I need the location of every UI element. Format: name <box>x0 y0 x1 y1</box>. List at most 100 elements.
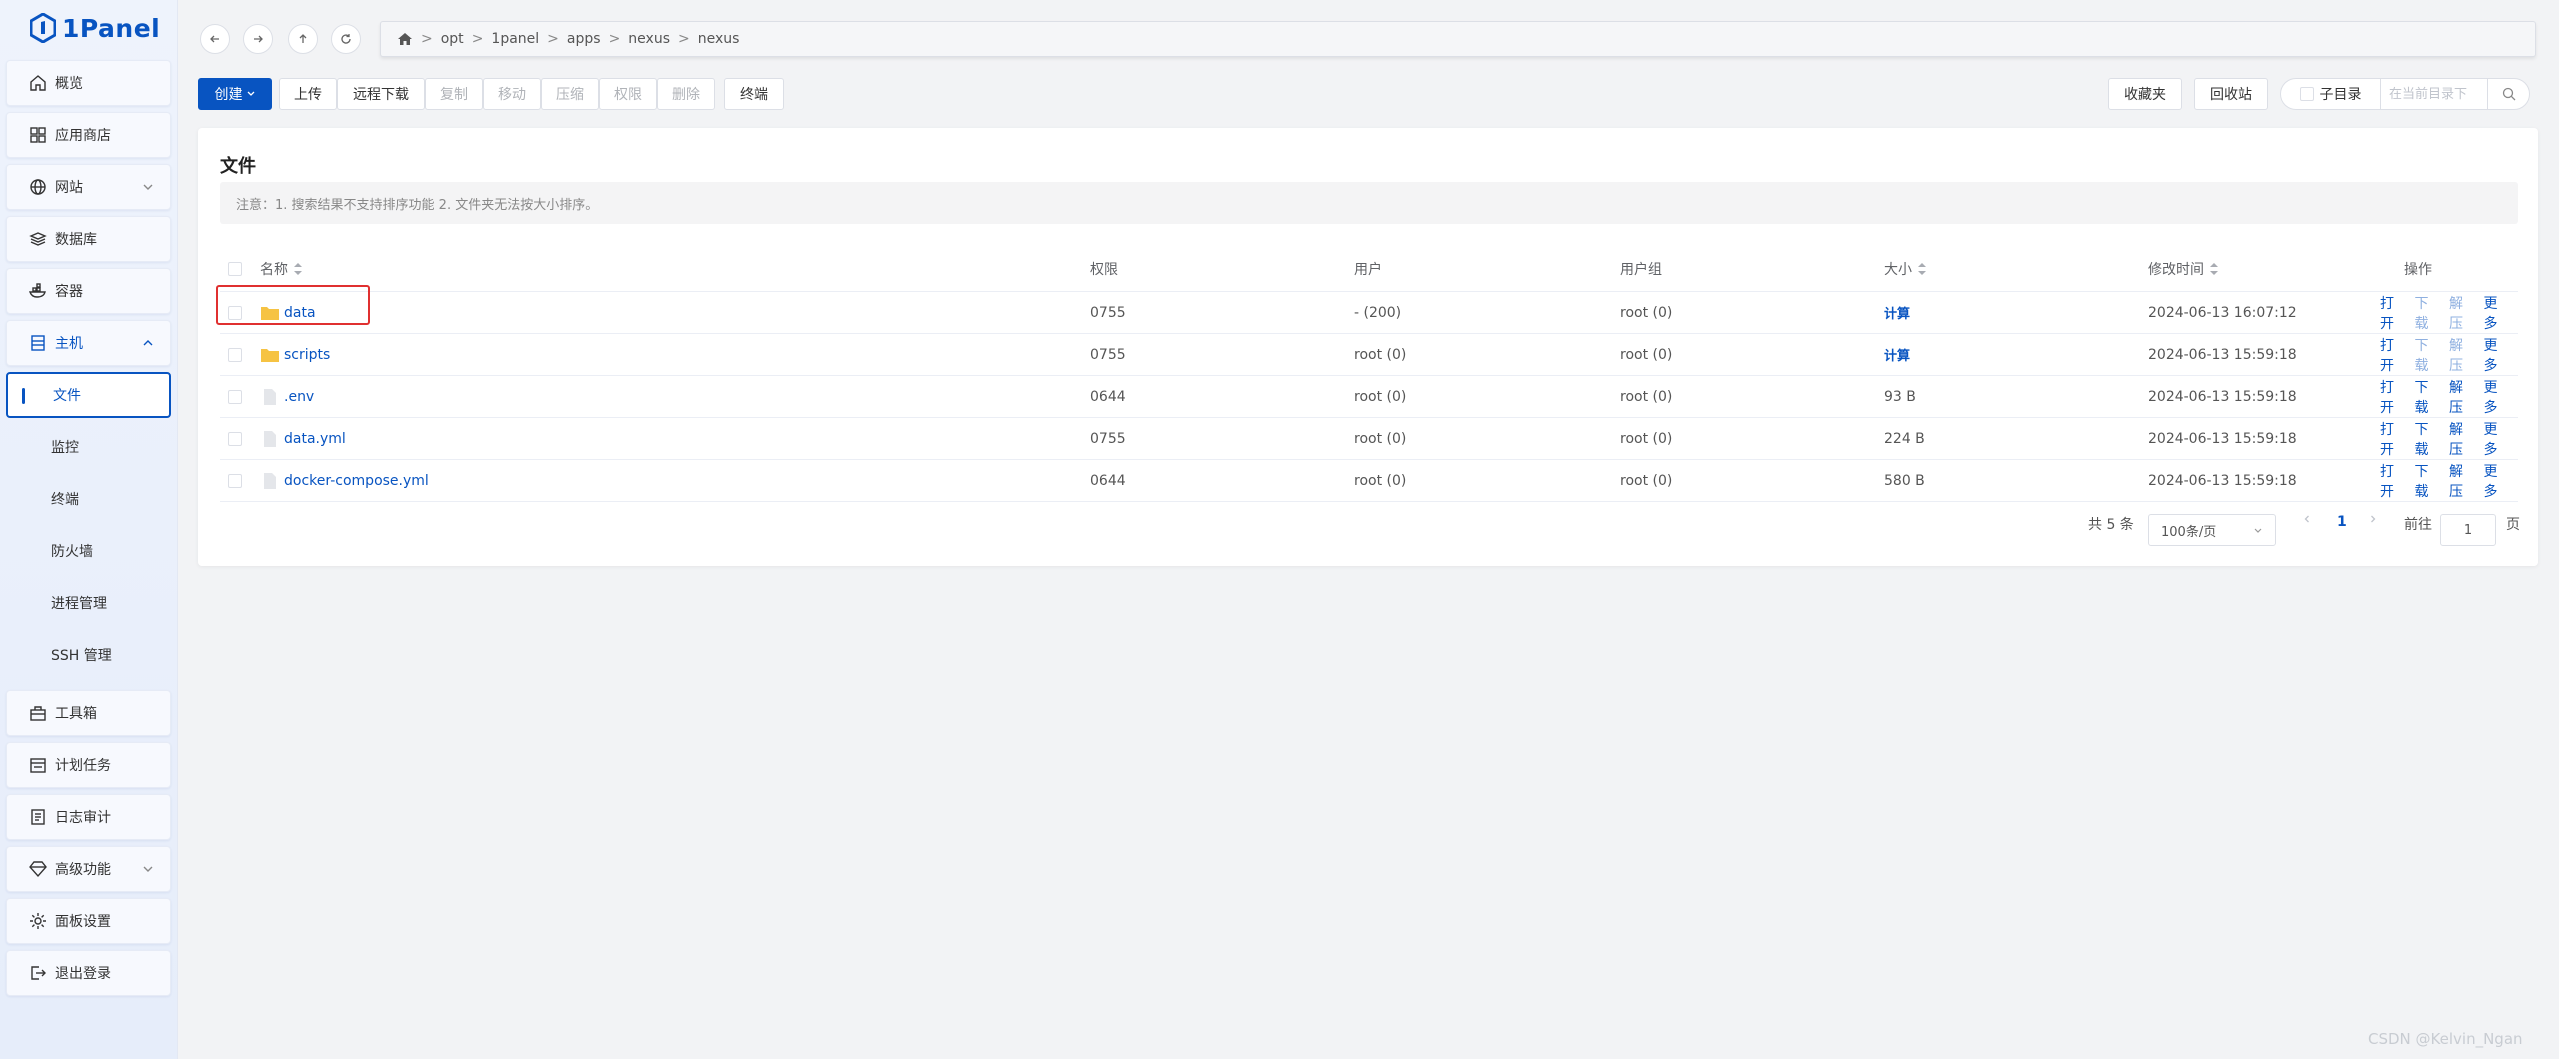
perm-cell[interactable]: 0644 <box>1090 460 1126 501</box>
row-checkbox[interactable] <box>228 431 242 446</box>
up-button[interactable] <box>288 24 318 54</box>
home-icon[interactable] <box>397 31 413 47</box>
move-button[interactable]: 移动 <box>483 78 541 110</box>
breadcrumb-item[interactable]: nexus <box>628 31 670 47</box>
table-row[interactable]: scripts 0755 root (0) root (0) 计算 2024-0… <box>220 334 2518 376</box>
more-link[interactable]: 更多 <box>2484 293 2501 333</box>
perm-cell[interactable]: 0755 <box>1090 334 1126 375</box>
more-link[interactable]: 更多 <box>2484 335 2501 375</box>
file-name-link[interactable]: .env <box>284 389 314 405</box>
sidebar-item-app-store[interactable]: 应用商店 <box>6 112 171 158</box>
compress-button[interactable]: 压缩 <box>541 78 599 110</box>
row-checkbox[interactable] <box>228 473 242 488</box>
table-row[interactable]: data 0755 - (200) root (0) 计算 2024-06-13… <box>220 292 2518 334</box>
sidebar-subitem-firewall[interactable]: 防火墙 <box>6 528 171 574</box>
sidebar-item-settings[interactable]: 面板设置 <box>6 898 171 944</box>
page-size-select[interactable]: 100条/页 <box>2148 514 2276 546</box>
decompress-link[interactable]: 解压 <box>2449 419 2466 459</box>
open-link[interactable]: 打开 <box>2380 293 2397 333</box>
table-row[interactable]: docker-compose.yml 0644 root (0) root (0… <box>220 460 2518 502</box>
decompress-link[interactable]: 解压 <box>2449 461 2466 501</box>
search-button[interactable] <box>2487 79 2529 109</box>
group-cell[interactable]: root (0) <box>1620 418 1672 459</box>
permission-button[interactable]: 权限 <box>599 78 657 110</box>
user-cell[interactable]: root (0) <box>1354 376 1406 417</box>
table-row[interactable]: data.yml 0755 root (0) root (0) 224 B 20… <box>220 418 2518 460</box>
upload-button[interactable]: 上传 <box>279 78 337 110</box>
row-checkbox[interactable] <box>228 389 242 404</box>
sidebar-subitem-ssh[interactable]: SSH 管理 <box>6 632 171 678</box>
user-cell[interactable]: root (0) <box>1354 334 1406 375</box>
forward-button[interactable] <box>243 24 273 54</box>
file-name-link[interactable]: docker-compose.yml <box>284 473 429 489</box>
sidebar-item-toolbox[interactable]: 工具箱 <box>6 690 171 736</box>
select-all-checkbox[interactable] <box>228 261 242 276</box>
terminal-button[interactable]: 终端 <box>724 78 784 110</box>
download-link[interactable]: 下载 <box>2415 461 2432 501</box>
perm-cell[interactable]: 0755 <box>1090 418 1126 459</box>
open-link[interactable]: 打开 <box>2380 419 2397 459</box>
sidebar-item-host[interactable]: 主机 <box>6 320 171 366</box>
calculate-size-link[interactable]: 计算 <box>1884 303 1910 322</box>
next-page-button[interactable] <box>2368 514 2378 524</box>
sidebar-subitem-terminal[interactable]: 终端 <box>6 476 171 522</box>
breadcrumb-item[interactable]: 1panel <box>491 31 539 47</box>
header-size[interactable]: 大小 <box>1884 246 1926 291</box>
download-link[interactable]: 下载 <box>2415 335 2432 375</box>
recycle-bin-button[interactable]: 回收站 <box>2194 78 2268 110</box>
favorites-button[interactable]: 收藏夹 <box>2108 78 2182 110</box>
decompress-link[interactable]: 解压 <box>2449 377 2466 417</box>
more-link[interactable]: 更多 <box>2484 377 2501 417</box>
open-link[interactable]: 打开 <box>2380 461 2397 501</box>
user-cell[interactable]: - (200) <box>1354 292 1401 333</box>
remote-download-button[interactable]: 远程下载 <box>337 78 425 110</box>
sidebar-subitem-process[interactable]: 进程管理 <box>6 580 171 626</box>
subdir-toggle[interactable]: 子目录 <box>2281 79 2381 109</box>
sidebar-subitem-files[interactable]: 文件 <box>6 372 171 418</box>
open-link[interactable]: 打开 <box>2380 335 2397 375</box>
refresh-button[interactable] <box>331 24 361 54</box>
user-cell[interactable]: root (0) <box>1354 418 1406 459</box>
sidebar-item-advanced[interactable]: 高级功能 <box>6 846 171 892</box>
perm-cell[interactable]: 0755 <box>1090 292 1126 333</box>
goto-page-input[interactable]: 1 <box>2440 514 2496 546</box>
table-row[interactable]: .env 0644 root (0) root (0) 93 B 2024-06… <box>220 376 2518 418</box>
breadcrumb-item[interactable]: opt <box>441 31 464 47</box>
back-button[interactable] <box>200 24 230 54</box>
app-logo[interactable]: 1Panel <box>30 10 160 46</box>
group-cell[interactable]: root (0) <box>1620 376 1672 417</box>
search-input[interactable] <box>2381 79 2487 109</box>
open-link[interactable]: 打开 <box>2380 377 2397 417</box>
more-link[interactable]: 更多 <box>2484 461 2501 501</box>
sidebar-item-overview[interactable]: 概览 <box>6 60 171 106</box>
copy-button[interactable]: 复制 <box>425 78 483 110</box>
file-name-link[interactable]: data.yml <box>284 431 346 447</box>
calculate-size-link[interactable]: 计算 <box>1884 345 1910 364</box>
delete-button[interactable]: 删除 <box>657 78 715 110</box>
group-cell[interactable]: root (0) <box>1620 292 1672 333</box>
perm-cell[interactable]: 0644 <box>1090 376 1126 417</box>
download-link[interactable]: 下载 <box>2415 377 2432 417</box>
decompress-link[interactable]: 解压 <box>2449 335 2466 375</box>
prev-page-button[interactable] <box>2302 514 2312 524</box>
download-link[interactable]: 下载 <box>2415 293 2432 333</box>
file-name-link[interactable]: scripts <box>284 347 330 363</box>
user-cell[interactable]: root (0) <box>1354 460 1406 501</box>
breadcrumb-item[interactable]: apps <box>567 31 601 47</box>
sidebar-item-log-audit[interactable]: 日志审计 <box>6 794 171 840</box>
header-mtime[interactable]: 修改时间 <box>2148 246 2218 291</box>
sidebar-item-logout[interactable]: 退出登录 <box>6 950 171 996</box>
group-cell[interactable]: root (0) <box>1620 460 1672 501</box>
page-number-current[interactable]: 1 <box>2337 514 2347 530</box>
group-cell[interactable]: root (0) <box>1620 334 1672 375</box>
more-link[interactable]: 更多 <box>2484 419 2501 459</box>
download-link[interactable]: 下载 <box>2415 419 2432 459</box>
sidebar-subitem-monitor[interactable]: 监控 <box>6 424 171 470</box>
sidebar-item-website[interactable]: 网站 <box>6 164 171 210</box>
create-button[interactable]: 创建 <box>198 78 272 110</box>
subdir-checkbox[interactable] <box>2299 87 2314 101</box>
sidebar-item-cron[interactable]: 计划任务 <box>6 742 171 788</box>
sidebar-item-database[interactable]: 数据库 <box>6 216 171 262</box>
breadcrumb-item[interactable]: nexus <box>698 31 740 47</box>
decompress-link[interactable]: 解压 <box>2449 293 2466 333</box>
